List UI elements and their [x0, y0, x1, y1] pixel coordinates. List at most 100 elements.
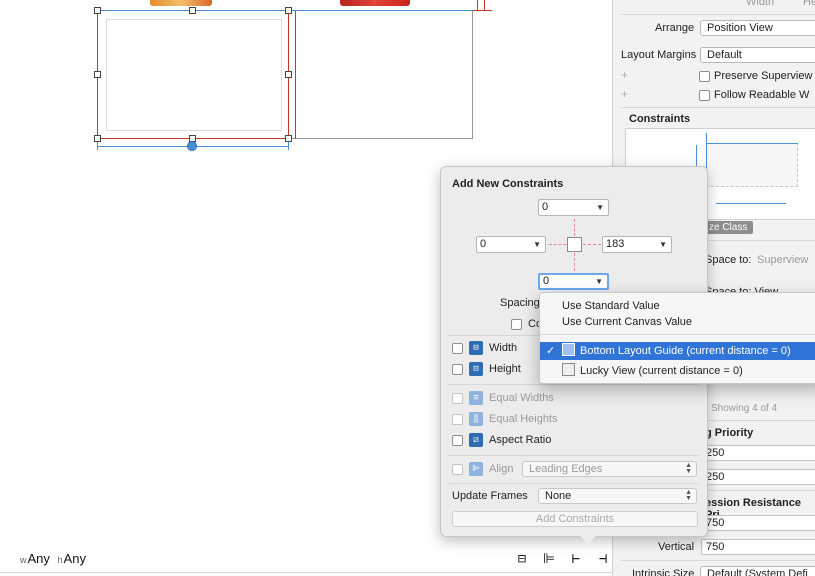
layout-margins-popup[interactable]: Default: [700, 47, 815, 63]
menu-separator: [540, 334, 815, 335]
view-icon: [562, 363, 575, 376]
align-popup-value: Leading Edges: [529, 463, 603, 475]
showing-count: Showing 4 of 4: [711, 403, 778, 414]
size-class-indicator[interactable]: wAny hAny: [20, 551, 86, 566]
add-variation-icon[interactable]: +: [621, 87, 628, 101]
top-spacing-combo[interactable]: 0 ▼: [538, 199, 609, 216]
add-variation-icon[interactable]: +: [621, 68, 628, 82]
layout-margins-label: Layout Margins: [621, 49, 697, 61]
height-checkbox[interactable]: ⊡ Height: [452, 362, 521, 376]
width-label: Width: [489, 342, 518, 354]
menu-item-bottom-layout-guide[interactable]: ✓ Bottom Layout Guide (current distance =…: [540, 342, 815, 360]
update-frames-label: Update Frames: [452, 490, 528, 502]
size-class-h-prefix: h: [57, 555, 63, 565]
menu-item-label: Lucky View (current distance = 0): [580, 365, 743, 377]
updown-chevron-icon: ▲ ▼: [685, 462, 692, 475]
arrange-label: Arrange: [655, 22, 695, 34]
constrain-margins-checkbox[interactable]: Co: [511, 318, 542, 330]
aspect-ratio-checkbox[interactable]: ⧄ Aspect Ratio: [452, 433, 551, 447]
resolve-issues-icon[interactable]: ⊣: [594, 551, 612, 567]
equal-heights-icon: ‖: [469, 412, 483, 426]
resize-handle[interactable]: [285, 71, 292, 78]
container-view[interactable]: [288, 10, 473, 139]
chevron-down-icon[interactable]: ▼: [659, 237, 667, 252]
aspect-ratio-label: Aspect Ratio: [489, 434, 552, 446]
update-frames-popup-value: None: [545, 490, 572, 502]
trailing-spacing-value: 183: [606, 238, 625, 250]
update-frames-label-text: Update Frames: [452, 490, 528, 502]
popover-title: Add New Constraints: [452, 178, 564, 190]
update-frames-popup[interactable]: None ▲ ▼: [538, 488, 697, 504]
align-label: Align: [489, 463, 514, 475]
align-popup[interactable]: Leading Edges ▲ ▼: [522, 461, 697, 477]
leading-pin-strut[interactable]: [549, 244, 566, 245]
chevron-down-icon[interactable]: ▼: [595, 275, 603, 288]
resize-handle[interactable]: [285, 135, 292, 142]
preserve-superview-checkbox[interactable]: Preserve Superview: [699, 70, 812, 82]
menu-item-label: Use Standard Value: [562, 300, 660, 312]
width-header: Width: [746, 0, 775, 8]
layout-guide-icon: [562, 343, 575, 356]
divider: [621, 14, 815, 15]
diagram-box: [706, 143, 798, 187]
divider: [621, 560, 815, 561]
menu-item-label: Bottom Layout Guide (current distance = …: [580, 345, 791, 357]
selected-image-view[interactable]: [97, 10, 289, 139]
stack-icon[interactable]: ⊟: [513, 551, 531, 567]
chevron-down-icon[interactable]: ▼: [533, 237, 541, 252]
divider: [621, 107, 815, 108]
top-spacing-value: 0: [542, 201, 549, 213]
diagram-line: [716, 203, 786, 204]
preserve-superview-label: Preserve Superview: [714, 70, 813, 82]
resize-handle[interactable]: [189, 7, 196, 14]
equal-widths-label: Equal Widths: [489, 392, 554, 404]
bottom-spacing-combo[interactable]: 0 ▼: [538, 273, 609, 290]
image-placeholder: [106, 19, 282, 131]
bottom-pin-strut[interactable]: [574, 253, 575, 271]
popover-arrow: [580, 536, 596, 544]
trailing-spacing-combo[interactable]: 183 ▼: [602, 236, 672, 253]
chevron-down-icon[interactable]: ▼: [596, 200, 604, 215]
hugging-horizontal-field[interactable]: 250: [701, 445, 815, 461]
trailing-pin-strut[interactable]: [583, 244, 601, 245]
image-artwork-left: [150, 0, 212, 6]
width-icon: ⊟: [469, 341, 483, 355]
leading-spacing-combo[interactable]: 0 ▼: [476, 236, 546, 253]
equal-widths-checkbox[interactable]: ≡ Equal Widths: [452, 391, 554, 405]
align-checkbox[interactable]: ⊫ Align: [452, 462, 513, 476]
menu-item-lucky-view[interactable]: Lucky View (current distance = 0): [540, 362, 815, 380]
width-checkbox[interactable]: ⊟ Width: [452, 341, 517, 355]
diagram-line: [706, 143, 798, 144]
intrinsic-size-label: Intrinsic Size: [632, 568, 695, 576]
compression-horizontal-field[interactable]: 750: [701, 515, 815, 531]
size-class-h: Any: [63, 551, 86, 566]
equal-heights-checkbox[interactable]: ‖ Equal Heights: [452, 412, 558, 426]
resize-handle[interactable]: [94, 7, 101, 14]
align-icon[interactable]: ⊫: [540, 551, 558, 567]
baseline-handle[interactable]: [187, 141, 197, 151]
canvas-bottom-divider: [0, 572, 612, 573]
popover-divider: [449, 455, 699, 456]
follow-readable-checkbox[interactable]: Follow Readable W: [699, 89, 809, 101]
menu-item-use-current-canvas-value[interactable]: Use Current Canvas Value: [540, 313, 815, 331]
vertical-label: Vertical: [658, 541, 695, 553]
hugging-vertical-field[interactable]: 250: [701, 469, 815, 485]
size-class-chip[interactable]: ze Class: [703, 221, 754, 234]
top-pin-strut[interactable]: [574, 219, 575, 236]
compression-vertical-field[interactable]: 750: [701, 539, 815, 555]
align-icon: ⊫: [469, 462, 483, 476]
intrinsic-size-popup[interactable]: Default (System Defi: [700, 566, 815, 576]
hugging-priority-title: g Priority: [705, 427, 754, 439]
height-label: Height: [489, 363, 521, 375]
add-constraints-button[interactable]: Add Constraints: [452, 511, 698, 527]
updown-chevron-icon: ▲ ▼: [685, 489, 692, 502]
leading-spacing-value: 0: [480, 238, 487, 250]
resize-handle[interactable]: [94, 71, 101, 78]
space-to-superview-label: Space to:: [705, 254, 752, 266]
arrange-popup[interactable]: Position View: [700, 20, 815, 36]
resize-handle[interactable]: [285, 7, 292, 14]
resize-handle[interactable]: [94, 135, 101, 142]
width-indicator-cap: [97, 142, 98, 150]
pin-icon[interactable]: ⊢: [567, 551, 585, 567]
constraint-line: [295, 10, 296, 139]
